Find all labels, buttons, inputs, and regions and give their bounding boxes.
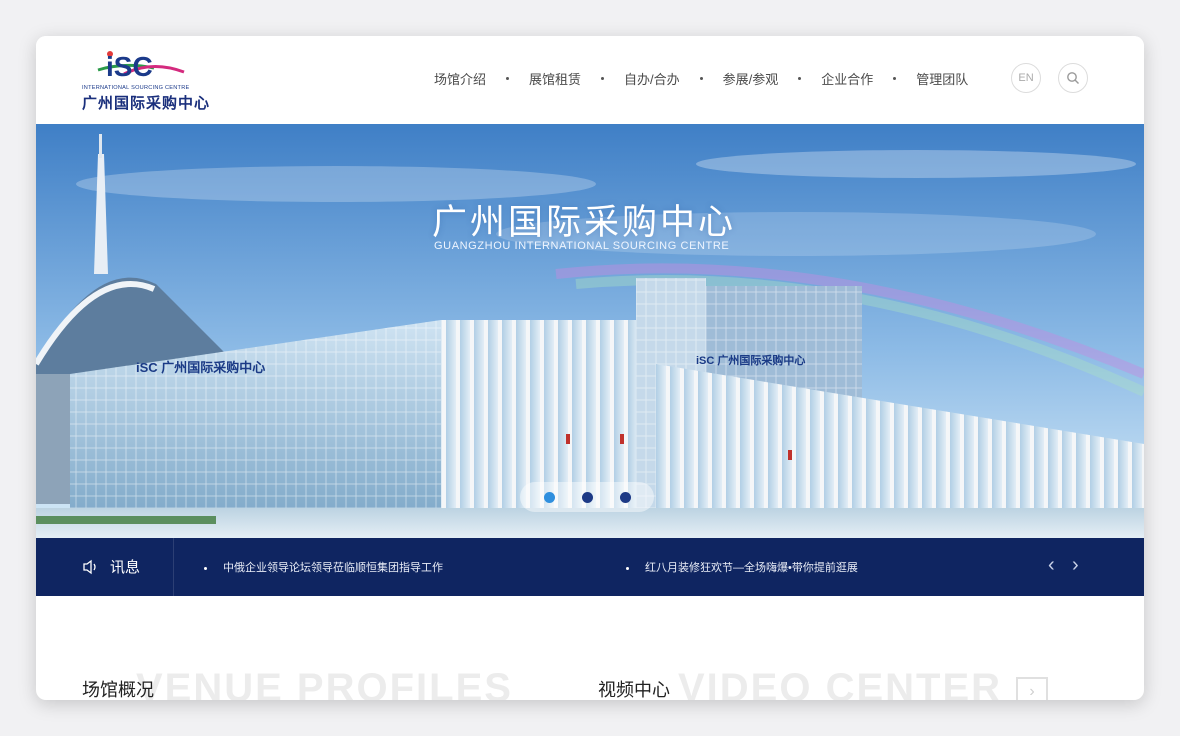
logo-name: 广州国际采购中心 xyxy=(82,95,211,112)
slide-dot-2[interactable] xyxy=(581,491,593,503)
nav-item-hall-rental[interactable]: 展馆租赁 xyxy=(529,69,581,88)
news-divider xyxy=(173,538,174,596)
more-arrow-icon[interactable]: › xyxy=(1016,677,1048,700)
svg-text:iSC 广州国际采购中心: iSC 广州国际采购中心 xyxy=(136,360,265,375)
news-next-arrow-icon[interactable]: › xyxy=(1072,554,1079,577)
search-button[interactable] xyxy=(1058,63,1088,93)
slide-dot-3[interactable] xyxy=(619,491,631,503)
slider-pagination xyxy=(520,482,654,512)
banner-title: 广州国际采购中心 xyxy=(432,203,737,242)
news-ticker: 讯息 中俄企业领导论坛领导莅临顺恒集团指导工作 红八月装修狂欢节—全场嗨爆•带你… xyxy=(36,538,1144,596)
speaker-icon xyxy=(83,559,96,574)
logo-subtitle: INTERNATIONAL SOURCING CENTRE xyxy=(82,85,190,91)
news-item[interactable]: 红八月装修狂欢节—全场嗨爆•带你提前逛展 xyxy=(626,559,858,575)
hero-banner: iSC 广州国际采购中心 iSC 广州国际采购中心 广州国际采购中心 GUANG… xyxy=(36,124,1144,538)
site-header: iSC INTERNATIONAL SOURCING CENTRE 广州国际采购… xyxy=(36,36,1144,124)
nav-item-host-cohost[interactable]: 自办/合办 xyxy=(624,69,680,88)
nav-item-venue-intro[interactable]: 场馆介绍 xyxy=(434,69,486,88)
news-prev-arrow-icon[interactable]: ‹ xyxy=(1048,554,1055,577)
logo-mark-text: iSC xyxy=(106,51,153,82)
svg-text:iSC 广州国际采购中心: iSC 广州国际采购中心 xyxy=(696,353,805,367)
news-label-text: 讯息 xyxy=(110,559,141,576)
nav-item-management[interactable]: 管理团队 xyxy=(916,69,968,88)
language-button[interactable]: EN xyxy=(1011,63,1041,93)
banner-image: iSC 广州国际采购中心 iSC 广州国际采购中心 xyxy=(36,124,1144,538)
banner-subtitle: GUANGZHOU INTERNATIONAL SOURCING CENTRE xyxy=(434,240,730,252)
video-ghost-text: VIDEO CENTER xyxy=(678,666,1003,700)
page-window: iSC INTERNATIONAL SOURCING CENTRE 广州国际采购… xyxy=(36,36,1144,700)
video-center-title: 视频中心 xyxy=(598,680,670,700)
nav-separator xyxy=(601,76,605,80)
nav-separator xyxy=(506,76,510,80)
nav-separator xyxy=(798,76,802,80)
venue-ghost-text: VENUE PROFILES xyxy=(136,666,513,700)
nav-separator xyxy=(699,76,703,80)
isc-logo-mark: iSC xyxy=(97,51,185,82)
slide-dot-1[interactable] xyxy=(543,491,555,503)
site-logo[interactable]: iSC INTERNATIONAL SOURCING CENTRE 广州国际采购… xyxy=(82,48,212,112)
news-item[interactable]: 中俄企业领导论坛领导莅临顺恒集团指导工作 xyxy=(204,559,443,575)
search-icon xyxy=(1067,72,1079,84)
venue-profiles-title: 场馆概况 xyxy=(82,680,154,700)
nav-item-cooperation[interactable]: 企业合作 xyxy=(821,69,873,88)
nav-separator xyxy=(893,76,897,80)
nav-item-exhibit-visit[interactable]: 参展/参观 xyxy=(723,69,779,88)
news-label: 讯息 xyxy=(82,556,140,577)
main-nav: 场馆介绍 展馆租赁 自办/合办 参展/参观 企业合作 管理团队 xyxy=(434,66,968,90)
